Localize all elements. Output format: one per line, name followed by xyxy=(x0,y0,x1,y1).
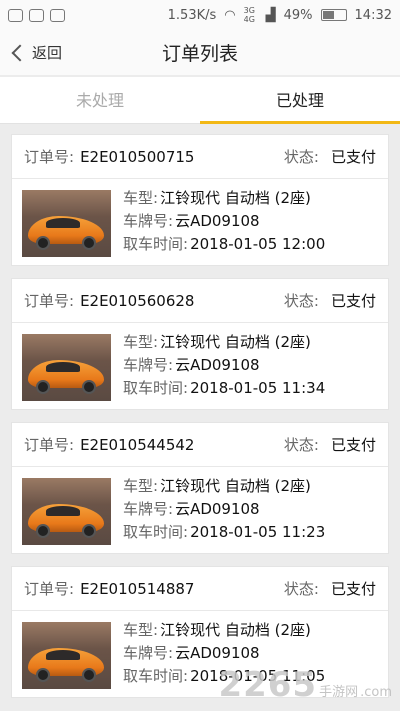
order-list: 订单号: E2E010500715 状态: 已支付 车型: 江铃现代 自动档 (2… xyxy=(0,134,400,710)
network-speed: 1.53K/s xyxy=(167,7,217,23)
pickup-time-label: 取车时间: xyxy=(123,523,189,541)
plate-label: 车牌号: xyxy=(123,644,174,662)
plate-number: 云AD09108 xyxy=(175,500,260,518)
signal-icon: ▟ xyxy=(265,7,276,23)
status-label: 状态: xyxy=(283,292,319,310)
pickup-time-label: 取车时间: xyxy=(123,235,189,253)
watermark-suffix: 手游网 xyxy=(319,685,359,700)
status-badge: 已支付 xyxy=(330,292,376,310)
order-no: E2E010544542 xyxy=(80,435,195,454)
car-type-label: 车型: xyxy=(123,333,159,351)
pickup-time-label: 取车时间: xyxy=(123,667,189,685)
battery-percent: 49% xyxy=(283,7,313,23)
status-badge: 已支付 xyxy=(330,148,376,166)
plate-number: 云AD09108 xyxy=(175,212,260,230)
car-thumbnail xyxy=(22,190,111,257)
car-type-label: 车型: xyxy=(123,477,159,495)
status-bar: 1.53K/s ◠ 3G 4G ▟ 49% 14:32 xyxy=(0,0,400,30)
car-type-label: 车型: xyxy=(123,189,159,207)
order-no: E2E010560628 xyxy=(80,291,195,310)
chevron-left-icon xyxy=(11,44,29,61)
pickup-time: 2018-01-05 11:34 xyxy=(190,379,326,397)
car-thumbnail xyxy=(22,478,111,545)
order-no-label: 订单号: xyxy=(24,580,75,598)
order-no-label: 订单号: xyxy=(24,148,75,166)
order-card[interactable]: 订单号: E2E010544542 状态: 已支付 车型: 江铃现代 自动档 (2… xyxy=(11,422,389,554)
pickup-time: 2018-01-05 12:00 xyxy=(190,235,326,253)
back-label: 返回 xyxy=(32,44,63,62)
tab-bar: 未处理 已处理 xyxy=(0,77,400,124)
plate-number: 云AD09108 xyxy=(175,644,260,662)
car-type: 江铃现代 自动档 (2座) xyxy=(160,477,311,495)
network-label: 3G 4G xyxy=(243,6,255,24)
car-type: 江铃现代 自动档 (2座) xyxy=(160,333,311,351)
notification-icons xyxy=(8,8,65,22)
watermark-number: 2265 xyxy=(218,665,318,705)
plate-label: 车牌号: xyxy=(123,356,174,374)
car-type-label: 车型: xyxy=(123,621,159,639)
battery-icon xyxy=(320,9,347,21)
pickup-time: 2018-01-05 11:23 xyxy=(190,523,326,541)
watermark-domain: .com xyxy=(360,685,392,700)
car-type: 江铃现代 自动档 (2座) xyxy=(160,189,311,207)
order-no-label: 订单号: xyxy=(24,436,75,454)
status-label: 状态: xyxy=(283,580,319,598)
clock: 14:32 xyxy=(354,7,392,23)
car-thumbnail xyxy=(22,622,111,689)
notification-icon xyxy=(50,8,65,22)
car-thumbnail xyxy=(22,334,111,401)
notification-icon xyxy=(29,8,44,22)
notification-icon xyxy=(8,8,23,22)
plate-label: 车牌号: xyxy=(123,500,174,518)
order-card[interactable]: 订单号: E2E010560628 状态: 已支付 车型: 江铃现代 自动档 (2… xyxy=(11,278,389,410)
status-label: 状态: xyxy=(283,436,319,454)
tab-unprocessed[interactable]: 未处理 xyxy=(0,77,200,123)
plate-label: 车牌号: xyxy=(123,212,174,230)
order-no: E2E010514887 xyxy=(80,579,195,598)
tab-processed[interactable]: 已处理 xyxy=(200,77,400,124)
order-card[interactable]: 订单号: E2E010500715 状态: 已支付 车型: 江铃现代 自动档 (2… xyxy=(11,134,389,266)
car-type: 江铃现代 自动档 (2座) xyxy=(160,621,311,639)
status-badge: 已支付 xyxy=(330,580,376,598)
top-nav-bar: 返回 订单列表 xyxy=(0,30,400,75)
pickup-time-label: 取车时间: xyxy=(123,379,189,397)
status-badge: 已支付 xyxy=(330,436,376,454)
plate-number: 云AD09108 xyxy=(175,356,260,374)
site-watermark: 2265 手游网 .com xyxy=(218,665,392,705)
order-no-label: 订单号: xyxy=(24,292,75,310)
order-no: E2E010500715 xyxy=(80,147,195,166)
status-label: 状态: xyxy=(283,148,319,166)
wifi-icon: ◠ xyxy=(224,7,236,23)
back-button[interactable]: 返回 xyxy=(10,30,62,75)
